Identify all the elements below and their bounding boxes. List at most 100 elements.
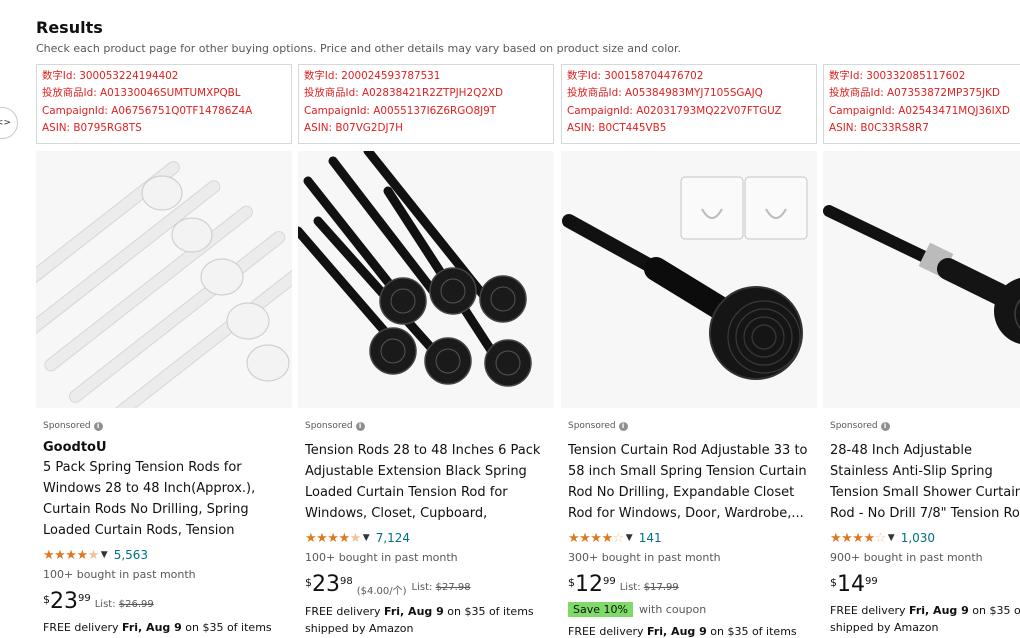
rating-row[interactable]: ★★★★★ ▼ 7,124 [305,530,547,546]
meta-line: CampaignId: A02031793MQ22V07FTGUZ [567,104,782,117]
results-header: Results Check each product page for othe… [36,18,681,55]
info-icon: i [880,421,890,431]
meta-line: ASIN: B0CT445VB5 [567,122,667,135]
product-title[interactable]: Tension Curtain Rod Adjustable 33 to 58 … [568,440,810,524]
product-title[interactable]: 5 Pack Spring Tension Rods for Windows 2… [43,457,285,541]
price[interactable]: $ 23 99 List: $26.99 [43,591,285,613]
list-price-value: $17.99 [643,582,679,593]
price[interactable]: $ 23 98 ($4.00/个) List: $27.98 [305,572,547,598]
bought-count: 300+ bought in past month [568,551,721,564]
chevron-down-icon[interactable]: ▼ [101,550,108,560]
sponsored-text: Sponsored [43,421,91,431]
chevron-down-icon[interactable]: ▼ [888,533,895,543]
product-image[interactable] [298,151,554,408]
sponsored-text: Sponsored [568,421,616,431]
list-price-value: $26.99 [118,599,154,610]
product-image[interactable] [561,151,817,408]
chevron-down-icon[interactable]: ▼ [363,533,370,543]
price-fraction: 99 [865,576,878,587]
results-subtitle: Check each product page for other buying… [36,42,682,55]
delivery-info: FREE delivery Fri, Aug 9 on $35 of shippe… [830,602,1020,636]
delivery-info: FREE delivery Fri, Aug 9 on $35 of items [43,619,285,636]
info-icon: i [618,421,628,431]
delivery-prefix: FREE delivery [43,621,119,634]
price-symbol: $ [830,576,837,589]
review-count[interactable]: 1,030 [901,531,935,545]
info-icon: i [93,421,103,431]
carousel-prev-button[interactable]: <> [0,107,18,139]
black-tension-rods-image [298,151,532,387]
star-rating-icon: ★★★★☆ [568,530,624,546]
meta-line: CampaignId: A02543471MQJ36IXD [829,104,1010,117]
ad-meta-box: 数字Id: 300158704476702 投放商品Id: A05384983M… [561,64,817,144]
price-symbol: $ [43,593,50,606]
price-whole: 23 [312,572,340,597]
meta-line: 数字Id: 300053224194402 [42,70,179,82]
rating-row[interactable]: ★★★★☆ ▼ 1,030 [830,530,1020,546]
delivery-date: Fri, Aug 9 [909,604,969,617]
price-symbol: $ [568,576,575,589]
shipped-by: shipped by Amazon [305,622,414,635]
product-card: 数字Id: 300332085117602 投放商品Id: A07353872M… [823,64,1020,638]
meta-line: CampaignId: A0055137I6Z6RGO8J9T [304,104,497,117]
delivery-date: Fri, Aug 9 [384,605,444,618]
review-count[interactable]: 5,563 [114,548,148,562]
results-title: Results [36,18,103,37]
list-label: List: [619,582,641,593]
coupon-badge[interactable]: Save 10% [568,602,633,617]
product-title[interactable]: 28-48 Inch Adjustable Stainless Anti-Sli… [830,440,1020,524]
list-price: List: $26.99 [95,599,154,610]
price-whole: 12 [575,572,603,597]
meta-line: ASIN: B0795RG8TS [42,122,142,135]
delivery-suffix: on $35 of items [185,621,272,634]
info-icon: i [355,421,365,431]
delivery-prefix: FREE delivery [305,605,381,618]
delivery-prefix: FREE delivery [830,604,906,617]
bought-count: 100+ bought in past month [305,551,458,564]
sponsored-label[interactable]: Sponsored i [43,418,285,434]
white-tension-rods-image [36,161,292,408]
list-price-value: $27.98 [435,582,471,593]
product-card: 数字Id: 300053224194402 投放商品Id: A01330046S… [36,64,292,638]
meta-line: ASIN: B07VG2DJ7H [304,122,403,135]
rating-row[interactable]: ★★★★★ ▼ 5,563 [43,547,285,563]
delivery-suffix: on $35 of items [447,605,534,618]
sponsored-label[interactable]: Sponsored i [568,418,810,434]
bought-count: 900+ bought in past month [830,551,983,564]
price-fraction: 98 [340,576,353,587]
review-count[interactable]: 7,124 [376,531,410,545]
meta-line: 投放商品Id: A05384983MYJ7105SGAJQ [567,87,763,100]
delivery-info: FREE delivery Fri, Aug 9 on $35 of items… [305,603,547,637]
price[interactable]: $ 14 99 [830,574,1020,596]
list-label: List: [94,599,116,610]
ad-meta-box: 数字Id: 300332085117602 投放商品Id: A07353872M… [823,64,1020,144]
bought-count: 100+ bought in past month [43,568,196,581]
meta-line: 投放商品Id: A07353872MP375JKD [829,87,1000,100]
meta-line: 数字Id: 300158704476702 [567,70,704,82]
sponsored-label[interactable]: Sponsored i [830,418,1020,434]
sponsored-label[interactable]: Sponsored i [305,418,547,434]
product-title[interactable]: Tension Rods 28 to 48 Inches 6 Pack Adju… [305,440,547,524]
price-whole: 23 [50,589,78,614]
ad-meta-box: 数字Id: 200024593787531 投放商品Id: A02838421R… [298,64,554,144]
sponsored-text: Sponsored [830,421,878,431]
rating-row[interactable]: ★★★★☆ ▼ 141 [568,530,810,546]
product-image[interactable] [36,151,292,408]
price[interactable]: $ 12 99 List: $17.99 [568,574,810,596]
meta-line: 数字Id: 300332085117602 [829,70,966,82]
price-symbol: $ [305,576,312,589]
meta-line: 投放商品Id: A01330046SUMTUMXPQBL [42,87,241,100]
review-count[interactable]: 141 [639,531,662,545]
star-rating-icon: ★★★★★ [305,530,361,546]
chevron-down-icon[interactable]: ▼ [626,533,633,543]
price-fraction: 99 [603,576,616,587]
unit-price: ($4.00/个) [356,586,407,597]
list-price: List: $17.99 [620,582,679,593]
product-image[interactable] [823,151,1020,408]
product-card: 数字Id: 300158704476702 投放商品Id: A05384983M… [561,64,817,638]
meta-line: 投放商品Id: A02838421R2ZTPJH2Q2XD [304,87,503,100]
product-brand: GoodtoU [43,440,107,455]
coupon-row[interactable]: Save 10% with coupon [568,602,810,617]
price-whole: 14 [837,572,865,597]
star-rating-icon: ★★★★☆ [830,530,886,546]
